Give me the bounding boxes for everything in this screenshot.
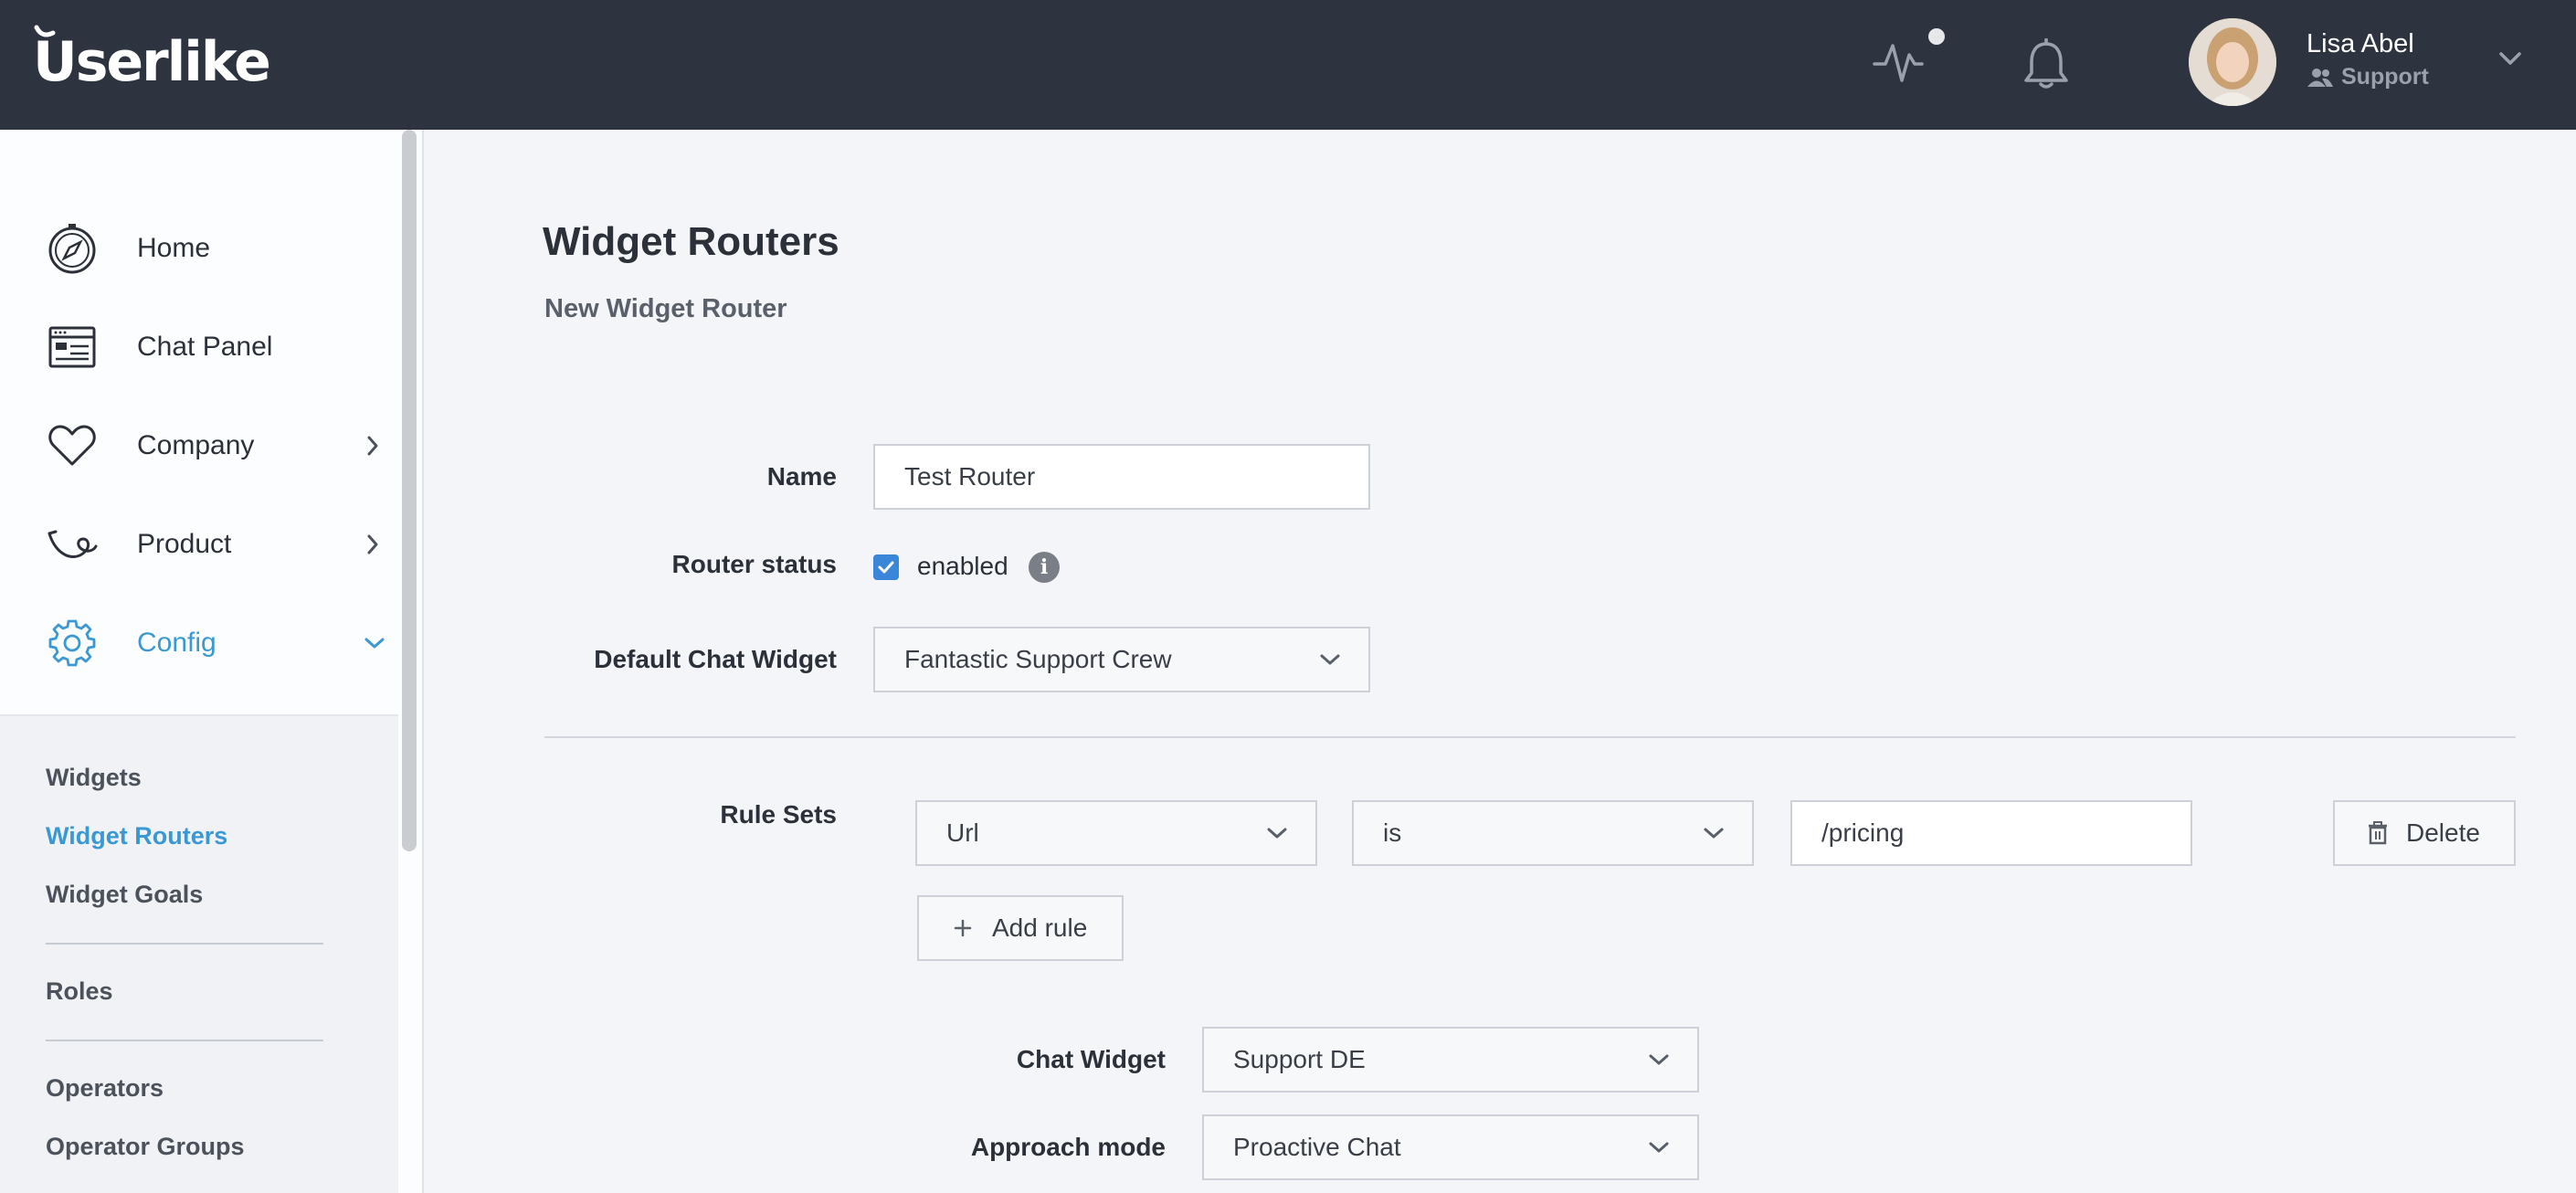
subnav-widget-goals[interactable]: Widget Goals xyxy=(46,881,203,909)
rule-field-value: Url xyxy=(946,818,979,847)
chevron-down-icon xyxy=(1704,828,1724,839)
sidebar-item-config[interactable]: Config xyxy=(0,597,398,689)
chevron-right-icon xyxy=(367,436,378,456)
default-widget-label: Default Chat Widget xyxy=(594,645,837,673)
rule-operator-value: is xyxy=(1383,818,1402,847)
heart-icon xyxy=(44,417,100,474)
gear-icon xyxy=(44,615,100,671)
compass-icon xyxy=(44,220,100,277)
plus-icon xyxy=(954,919,972,937)
chevron-down-icon xyxy=(1649,1054,1669,1065)
default-widget-value: Fantastic Support Crew xyxy=(904,645,1172,673)
avatar-image xyxy=(2189,18,2276,106)
user-name[interactable]: Lisa Abel xyxy=(2307,29,2414,59)
activity-icon[interactable] xyxy=(1873,27,1946,88)
router-status-label: Router status xyxy=(671,550,837,578)
page-title: Widget Routers xyxy=(543,219,839,264)
rule-operator-select[interactable]: is xyxy=(1352,800,1754,866)
users-icon xyxy=(2307,68,2333,87)
bell-icon[interactable] xyxy=(2022,38,2070,90)
section-divider xyxy=(544,736,2516,738)
default-widget-select[interactable]: Fantastic Support Crew xyxy=(873,627,1370,692)
sidebar-subnav: Widgets Widget Routers Widget Goals Role… xyxy=(0,714,398,1193)
info-icon[interactable]: i xyxy=(1029,552,1060,583)
subnav-widget-routers[interactable]: Widget Routers xyxy=(46,822,227,850)
chevron-right-icon xyxy=(367,534,378,554)
sidebar-item-label: Home xyxy=(137,233,211,263)
chevron-down-icon xyxy=(1320,654,1340,665)
trash-icon xyxy=(2369,821,2387,845)
subnav-roles[interactable]: Roles xyxy=(46,977,113,1006)
sidebar-item-company[interactable]: Company xyxy=(0,400,398,491)
sidebar: Home Chat Panel Company Product Config W… xyxy=(0,130,424,1193)
subnav-operator-groups[interactable]: Operator Groups xyxy=(46,1133,245,1161)
sidebar-item-label: Config xyxy=(137,628,216,658)
avatar[interactable] xyxy=(2189,18,2276,106)
approach-mode-label: Approach mode xyxy=(970,1133,1166,1161)
sidebar-item-label: Company xyxy=(137,430,255,460)
user-role-label: Support xyxy=(2341,64,2429,90)
chat-widget-select[interactable]: Support DE xyxy=(1202,1027,1699,1093)
subnav-widgets[interactable]: Widgets xyxy=(46,764,142,792)
delete-label: Delete xyxy=(2406,818,2480,847)
chevron-down-icon xyxy=(364,638,385,649)
sidebar-scrollbar[interactable] xyxy=(402,130,417,851)
subnav-operators[interactable]: Operators xyxy=(46,1074,164,1103)
add-rule-button[interactable]: Add rule xyxy=(917,895,1124,961)
approach-mode-select[interactable]: Proactive Chat xyxy=(1202,1114,1699,1180)
top-bar: Userlike Lisa Abel Support xyxy=(0,0,2576,130)
subnav-divider xyxy=(46,943,323,945)
chevron-down-icon[interactable] xyxy=(2498,51,2522,66)
name-label: Name xyxy=(766,462,837,491)
logo-mark-icon xyxy=(34,25,56,37)
name-field[interactable]: Test Router xyxy=(873,444,1370,510)
user-role: Support xyxy=(2307,64,2429,90)
rule-value-input[interactable]: /pricing xyxy=(1790,800,2192,866)
router-status-checkbox[interactable] xyxy=(873,554,899,580)
chat-panel-icon xyxy=(44,319,100,375)
brand-logo[interactable]: Userlike xyxy=(33,25,271,99)
rule-sets-label: Rule Sets xyxy=(720,800,837,829)
delete-button[interactable]: Delete xyxy=(2333,800,2516,866)
chat-widget-label: Chat Widget xyxy=(1016,1045,1166,1073)
brand-name: Userlike xyxy=(33,30,271,94)
chevron-down-icon xyxy=(1267,828,1287,839)
product-icon xyxy=(44,516,100,573)
checkmark-icon xyxy=(878,561,894,574)
page-subtitle: New Widget Router xyxy=(544,294,787,323)
sidebar-item-chat-panel[interactable]: Chat Panel xyxy=(0,301,398,393)
approach-mode-value: Proactive Chat xyxy=(1233,1133,1401,1161)
sidebar-nav: Home Chat Panel Company Product Config xyxy=(0,130,398,714)
rule-field-select[interactable]: Url xyxy=(915,800,1317,866)
chevron-down-icon xyxy=(1649,1142,1669,1153)
subnav-divider xyxy=(46,1040,323,1041)
chat-widget-value: Support DE xyxy=(1233,1045,1366,1073)
sidebar-item-label: Product xyxy=(137,529,232,559)
add-rule-label: Add rule xyxy=(992,913,1088,942)
sidebar-item-product[interactable]: Product xyxy=(0,499,398,590)
sidebar-item-label: Chat Panel xyxy=(137,332,273,362)
sidebar-item-home[interactable]: Home xyxy=(0,203,398,294)
router-status-option[interactable]: enabled xyxy=(917,552,1008,581)
